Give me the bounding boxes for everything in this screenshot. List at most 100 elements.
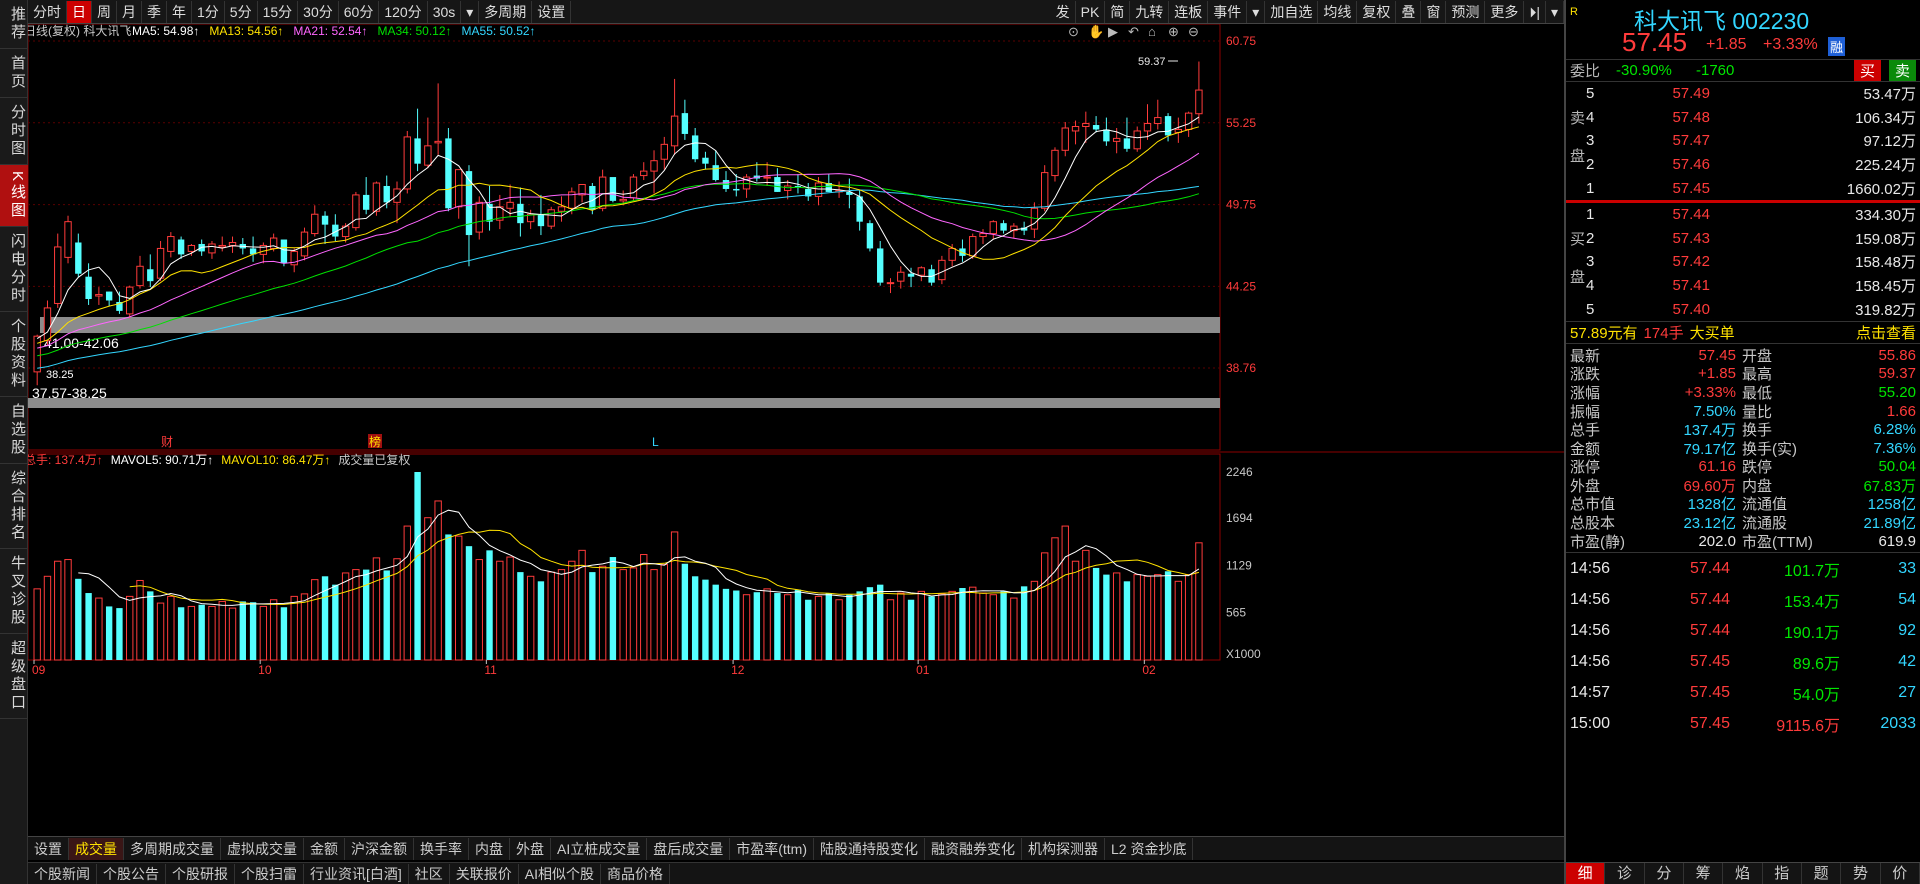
toolbar-right-15[interactable]: ▾ — [1546, 0, 1564, 23]
footer-tab-5[interactable]: 指 — [1763, 863, 1802, 884]
toolbar-left-8[interactable]: 15分 — [258, 0, 299, 23]
toolbar-left-13[interactable]: ▾ — [461, 0, 480, 23]
toolbar-left-2[interactable]: 周 — [92, 0, 117, 23]
left-tab-9[interactable]: 超级盘口 — [0, 634, 28, 720]
volume-bar — [228, 607, 237, 661]
chart-tool-icon-5[interactable]: ⊕ — [1168, 24, 1179, 39]
news-tab-5[interactable]: 社区 — [409, 863, 450, 884]
book-side-label: 买盘 — [1570, 230, 1586, 286]
big-order-type: 大买单 — [1689, 324, 1735, 342]
indicator-tab-9[interactable]: AI立桩成交量 — [551, 837, 648, 860]
news-tab-1[interactable]: 个股公告 — [97, 863, 166, 884]
toolbar-right-2[interactable]: 简 — [1105, 0, 1131, 23]
toolbar-left-10[interactable]: 60分 — [339, 0, 380, 23]
indicator-tab-10[interactable]: 盘后成交量 — [647, 837, 731, 860]
toolbar-left-3[interactable]: 月 — [117, 0, 142, 23]
footer-tab-8[interactable]: 价 — [1881, 863, 1920, 884]
toolbar-left-12[interactable]: 30s — [428, 0, 462, 23]
toolbar-left-9[interactable]: 30分 — [298, 0, 339, 23]
toolbar-right-10[interactable]: 叠 — [1396, 0, 1422, 23]
left-tab-1[interactable]: 首页 — [0, 49, 28, 98]
chart-canvas[interactable]: 60.75 55.25 49.75 44.25 38.76 41.00-42.06 37.5… — [28, 24, 1564, 836]
footer-tab-4[interactable]: 焰 — [1723, 863, 1763, 884]
left-tab-6[interactable]: 自选股 — [0, 397, 28, 465]
volume-bar — [43, 575, 52, 661]
left-tab-4[interactable]: 闪电分时 — [0, 227, 28, 313]
indicator-tab-7[interactable]: 内盘 — [469, 837, 510, 860]
toolbar-right-12[interactable]: 预测 — [1446, 0, 1486, 23]
footer-tab-1[interactable]: 诊 — [1605, 863, 1645, 884]
vol-legend-1: MAVOL5: 90.71万↑ — [111, 453, 214, 467]
toolbar-right-11[interactable]: 窗 — [1421, 0, 1447, 23]
left-tab-8[interactable]: 牛叉诊股 — [0, 549, 28, 635]
high-price-label: 59.37 — [1138, 56, 1166, 68]
price-tick-label: 60.75 — [1226, 34, 1256, 48]
toolbar-left-14[interactable]: 多周期 — [479, 0, 533, 23]
toolbar-left-7[interactable]: 5分 — [225, 0, 258, 23]
indicator-tab-11[interactable]: 市盈率(ttm) — [730, 837, 814, 860]
indicator-tab-2[interactable]: 多周期成交量 — [124, 837, 221, 860]
footer-tab-7[interactable]: 势 — [1841, 863, 1881, 884]
kline-chart[interactable]: 60.75 55.25 49.75 44.25 38.76 41.00-42.06 37.5… — [28, 24, 1564, 824]
tick-count: 42 — [1898, 652, 1916, 670]
toolbar-right-7[interactable]: 加自选 — [1265, 0, 1319, 23]
news-tab-3[interactable]: 个股扫雷 — [235, 863, 304, 884]
news-tab-8[interactable]: 商品价格 — [601, 863, 671, 884]
toolbar-right-14[interactable]: ⏵| — [1524, 0, 1546, 23]
toolbar-right-5[interactable]: 事件 — [1208, 0, 1248, 23]
indicator-tab-4[interactable]: 金额 — [304, 837, 345, 860]
chart-tool-icon-3[interactable]: ↶ — [1128, 24, 1139, 39]
indicator-tab-6[interactable]: 换手率 — [414, 837, 469, 860]
toolbar-left-5[interactable]: 年 — [167, 0, 192, 23]
news-tab-6[interactable]: 关联报价 — [450, 863, 519, 884]
indicator-tab-8[interactable]: 外盘 — [510, 837, 551, 860]
chart-tool-icon-4[interactable]: ⌂ — [1148, 24, 1156, 39]
indicator-tab-13[interactable]: 融资融券变化 — [925, 837, 1022, 860]
chart-tool-icon-6[interactable]: ⊖ — [1188, 24, 1199, 39]
chart-tool-icon-2[interactable]: ▶ — [1108, 24, 1118, 39]
toolbar-left-15[interactable]: 设置 — [532, 0, 572, 23]
footer-tab-3[interactable]: 筹 — [1684, 863, 1724, 884]
indicator-tab-14[interactable]: 机构探测器 — [1022, 837, 1105, 860]
indicator-tab-5[interactable]: 沪深金额 — [345, 837, 414, 860]
indicator-tab-1[interactable]: 成交量 — [69, 837, 124, 860]
news-tab-0[interactable]: 个股新闻 — [28, 863, 97, 884]
toolbar-right-4[interactable]: 连板 — [1169, 0, 1209, 23]
toolbar-right-13[interactable]: 更多 — [1485, 0, 1525, 23]
big-order-link[interactable]: 点击查看 — [1856, 322, 1916, 343]
volume-bar — [280, 607, 288, 660]
left-tab-5[interactable]: 个股资料 — [0, 312, 28, 398]
left-tab-2[interactable]: 分时图 — [0, 98, 28, 165]
chart-tool-icon-1[interactable]: ✋ — [1088, 24, 1104, 39]
news-tab-4[interactable]: 行业资讯[白酒] — [304, 863, 409, 884]
footer-tab-0[interactable]: 细 — [1566, 863, 1606, 884]
toolbar-right-8[interactable]: 均线 — [1318, 0, 1358, 23]
indicator-tab-15[interactable]: L2 资金抄底 — [1105, 837, 1194, 860]
toolbar-right-0[interactable]: 发 — [1051, 0, 1076, 23]
toolbar-right-6[interactable]: ▾ — [1247, 0, 1266, 23]
news-tab-2[interactable]: 个股研报 — [166, 863, 235, 884]
buy-button[interactable]: 买 — [1853, 60, 1881, 81]
bid-book: 1 57.44 334.30万 2 57.43 159.08万 3 57.42 158.48万 4… — [1566, 203, 1920, 321]
left-tab-3[interactable]: K线图 — [0, 165, 28, 228]
indicator-tab-3[interactable]: 虚拟成交量 — [221, 837, 304, 860]
indicator-tab-0[interactable]: 设置 — [28, 837, 69, 860]
left-tab-7[interactable]: 综合排名 — [0, 464, 28, 550]
chart-tool-icon-0[interactable]: ⊙ — [1068, 24, 1079, 39]
left-tab-0[interactable]: 推荐 — [0, 0, 28, 49]
toolbar-left-0[interactable]: 分时 — [28, 0, 67, 23]
toolbar-left-4[interactable]: 季 — [142, 0, 167, 23]
sell-button[interactable]: 卖 — [1888, 60, 1916, 81]
indicator-tab-12[interactable]: 陆股通持股变化 — [814, 837, 925, 860]
toolbar-right-3[interactable]: 九转 — [1130, 0, 1170, 23]
volume-bar — [64, 559, 72, 661]
toolbar-left-1[interactable]: 日 — [67, 0, 92, 23]
footer-tab-6[interactable]: 题 — [1802, 863, 1842, 884]
toolbar-right-9[interactable]: 复权 — [1357, 0, 1397, 23]
toolbar-left-11[interactable]: 120分 — [379, 0, 428, 23]
toolbar-left-6[interactable]: 1分 — [192, 0, 225, 23]
zone-label-upper: 41.00-42.06 — [44, 335, 119, 351]
news-tab-7[interactable]: AI相似个股 — [519, 863, 602, 884]
toolbar-right-1[interactable]: PK — [1076, 0, 1106, 23]
footer-tab-2[interactable]: 分 — [1645, 863, 1684, 884]
